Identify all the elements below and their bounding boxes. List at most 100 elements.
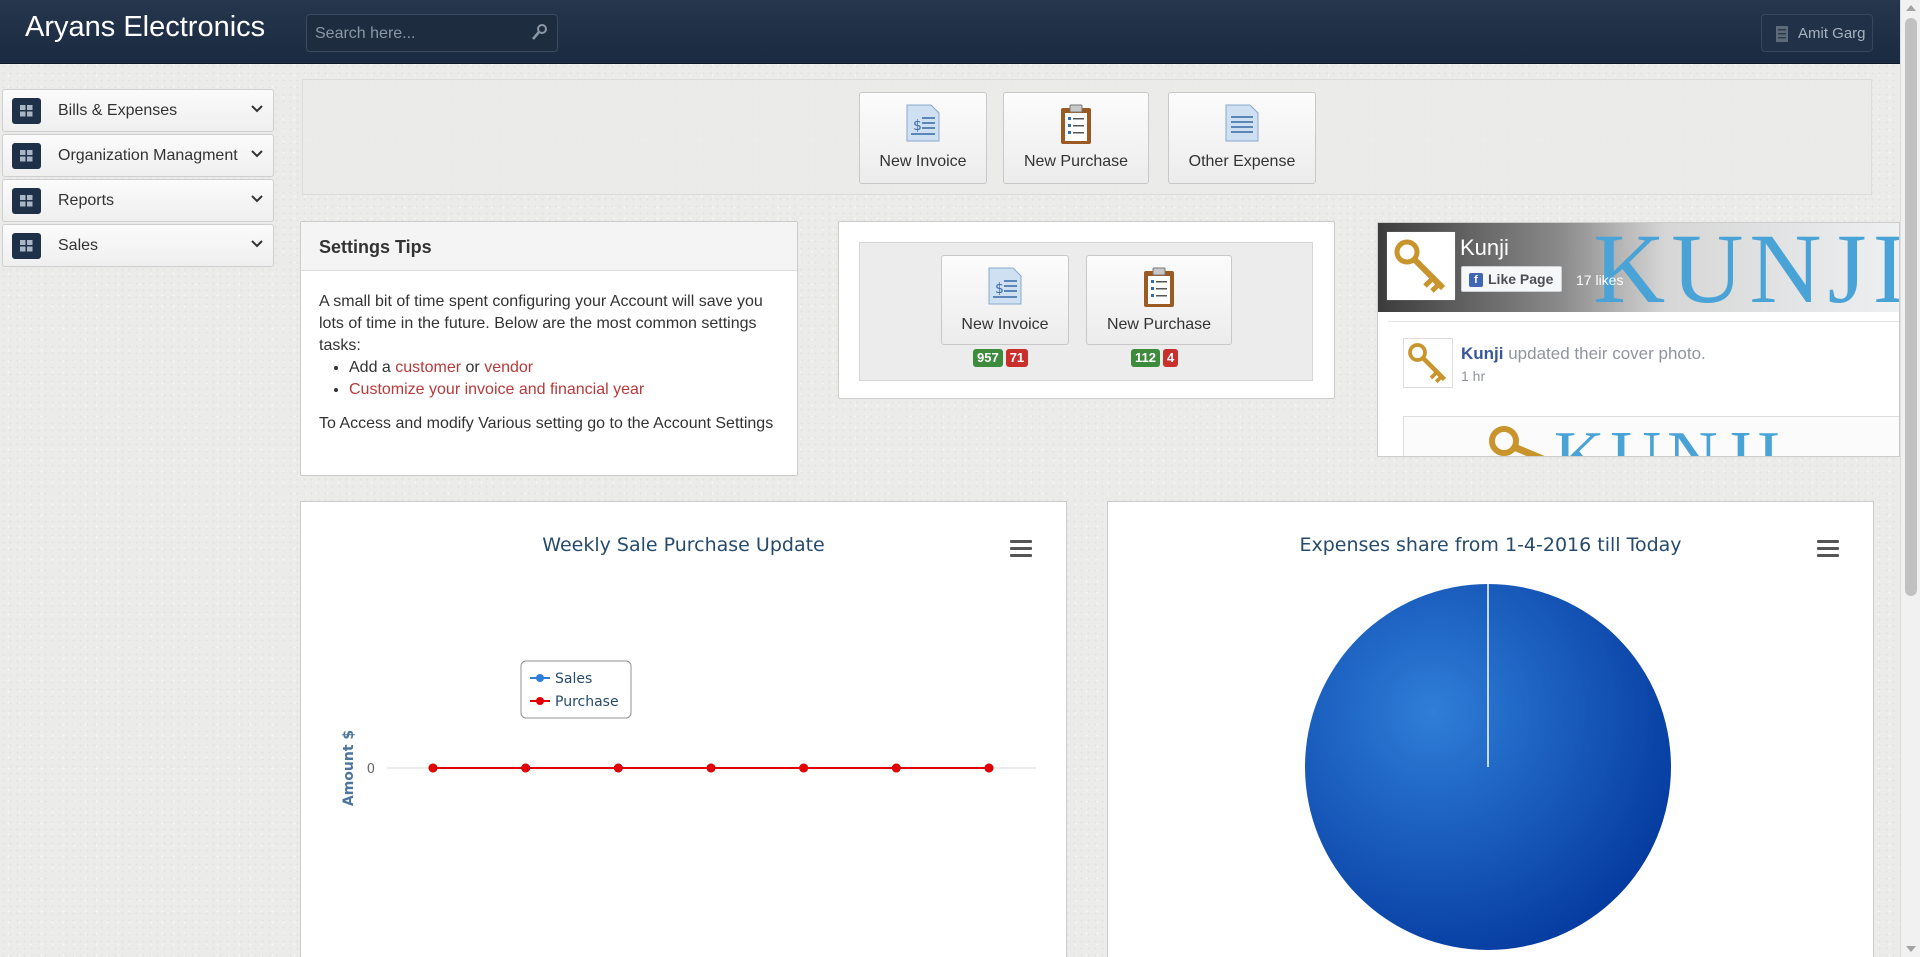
clipboard-icon [1144, 267, 1174, 307]
key-icon [1489, 426, 1545, 456]
settings-tips-list: Add a customer or vendor Customize your … [349, 357, 779, 401]
document-icon [1225, 104, 1259, 142]
counters-box: $ New Invoice 957 71 New Purchase 112 4 [859, 242, 1313, 381]
customer-link[interactable]: customer [395, 359, 461, 376]
post-image[interactable]: KUNJI [1403, 416, 1899, 457]
new-invoice-label: New Invoice [879, 153, 967, 170]
likes-count: 17 likes [1576, 272, 1624, 288]
sidebar-item-label: Sales [58, 237, 99, 254]
vendor-link[interactable]: vendor [484, 359, 533, 376]
y-tick-label: 0 [367, 762, 375, 777]
sidebar-item-sales[interactable]: Sales [2, 224, 274, 267]
chevron-down-icon [251, 105, 263, 113]
settings-tips-intro: A small bit of time spent configuring yo… [319, 293, 763, 354]
post-avatar[interactable] [1403, 338, 1453, 388]
expenses-chart-panel: Expenses share from 1-4-2016 till Today [1107, 501, 1874, 957]
user-menu-button[interactable]: Amit Garg [1761, 14, 1873, 52]
cover-photo[interactable]: KUNJI [1378, 223, 1900, 312]
new-purchase-label: New Purchase [1023, 153, 1129, 170]
brand-title[interactable]: Aryans Electronics [25, 11, 265, 44]
purchase-badges: 112 4 [1131, 349, 1179, 367]
post-image-text: KUNJI [1554, 418, 1787, 457]
search-box [306, 14, 558, 52]
svg-text:$: $ [995, 281, 1004, 297]
facebook-page-widget: KUNJI Kunji f Like Page 17 likes Kunji u… [1377, 222, 1900, 457]
key-icon [1408, 343, 1447, 384]
facebook-icon: f [1469, 273, 1483, 287]
top-navbar: Aryans Electronics Amit Garg [0, 0, 1900, 64]
data-point-purchase [521, 763, 531, 773]
invoice-icon: $ [906, 104, 940, 142]
page-name[interactable]: Kunji [1460, 235, 1509, 261]
grid-icon [12, 143, 41, 169]
data-point-purchase [799, 763, 809, 773]
legend-label-purchase: Purchase [555, 694, 619, 710]
other-expense-button[interactable]: Other Expense [1168, 92, 1316, 184]
invoice-icon: $ [988, 267, 1022, 305]
settings-tips-body: A small bit of time spent configuring yo… [301, 271, 797, 435]
customize-invoice-link[interactable]: Customize your invoice and financial yea… [349, 381, 644, 398]
page-avatar[interactable] [1387, 232, 1455, 300]
data-point-purchase [984, 763, 994, 773]
counter-invoice-label: New Invoice [961, 316, 1049, 333]
sidebar-item-label: Organization Managment [58, 147, 238, 164]
post-author-link[interactable]: Kunji [1461, 344, 1504, 363]
sidebar: Bills & Expenses Organization Managment … [2, 89, 274, 269]
post-time[interactable]: 1 hr [1461, 368, 1485, 384]
vertical-scrollbar[interactable] [1900, 0, 1920, 957]
data-point-purchase [428, 763, 438, 773]
invoice-badges: 957 71 [973, 349, 1029, 367]
chevron-down-icon [251, 195, 263, 203]
data-point-purchase [891, 763, 901, 773]
weekly-line-chart: 0 Amount $ Sales Purchase [341, 660, 1036, 806]
sidebar-item-label: Reports [58, 192, 115, 209]
user-name: Amit Garg [1798, 25, 1866, 42]
search-input[interactable] [315, 23, 525, 45]
sidebar-item-label: Bills & Expenses [58, 102, 178, 119]
purchase-count-badge: 112 [1131, 349, 1160, 367]
post-text: Kunji updated their cover photo. [1461, 344, 1706, 364]
chevron-down-icon [251, 150, 263, 158]
sidebar-item-bills-expenses[interactable]: Bills & Expenses [2, 89, 274, 132]
key-icon [1394, 239, 1446, 293]
settings-tips-title: Settings Tips [301, 222, 797, 271]
counter-new-invoice-button[interactable]: $ New Invoice [941, 255, 1069, 345]
counter-purchase-label: New Purchase [1106, 316, 1212, 333]
sidebar-item-organization[interactable]: Organization Managment [2, 134, 274, 177]
quick-action-bar: $ New Invoice New Purchase Other Expense [302, 79, 1872, 195]
like-page-button[interactable]: f Like Page [1461, 266, 1563, 292]
user-document-icon [1776, 26, 1788, 42]
new-invoice-button[interactable]: $ New Invoice [859, 92, 987, 184]
legend-marker-sales [536, 674, 544, 682]
expenses-pie-chart [1305, 584, 1671, 950]
legend-label-sales: Sales [555, 671, 592, 687]
purchase-pending-badge: 4 [1162, 349, 1179, 367]
scroll-down-icon[interactable] [1906, 946, 1916, 952]
counters-panel: $ New Invoice 957 71 New Purchase 112 4 [838, 221, 1335, 399]
like-page-label: Like Page [1488, 271, 1554, 287]
grid-icon [12, 188, 41, 214]
settings-tips-panel: Settings Tips A small bit of time spent … [300, 221, 798, 476]
invoice-count-badge: 957 [973, 349, 1003, 367]
legend-marker-purchase [536, 697, 544, 705]
chart-legend: Sales Purchase [520, 660, 632, 719]
svg-text:$: $ [913, 118, 922, 134]
grid-icon [12, 98, 41, 124]
invoice-pending-badge: 71 [1005, 349, 1029, 367]
settings-tips-footer: To Access and modify Various setting go … [319, 415, 774, 432]
or-text: or [461, 359, 485, 376]
search-icon[interactable] [531, 23, 549, 41]
scrollbar-thumb[interactable] [1905, 18, 1917, 596]
data-point-purchase [706, 763, 716, 773]
weekly-chart-panel: Weekly Sale Purchase Update 0 Amount $ Sal… [300, 501, 1067, 957]
y-axis-label: Amount $ [341, 730, 357, 806]
feed-post: Kunji updated their cover photo. 1 hr KU… [1388, 321, 1899, 457]
cover-text: KUNJI [1593, 223, 1900, 312]
sidebar-item-reports[interactable]: Reports [2, 179, 274, 222]
new-purchase-button[interactable]: New Purchase [1003, 92, 1149, 184]
scroll-up-icon[interactable] [1906, 5, 1916, 11]
counter-new-purchase-button[interactable]: New Purchase [1086, 255, 1232, 345]
clipboard-icon [1061, 104, 1091, 144]
other-expense-label: Other Expense [1188, 153, 1296, 170]
grid-icon [12, 233, 41, 259]
